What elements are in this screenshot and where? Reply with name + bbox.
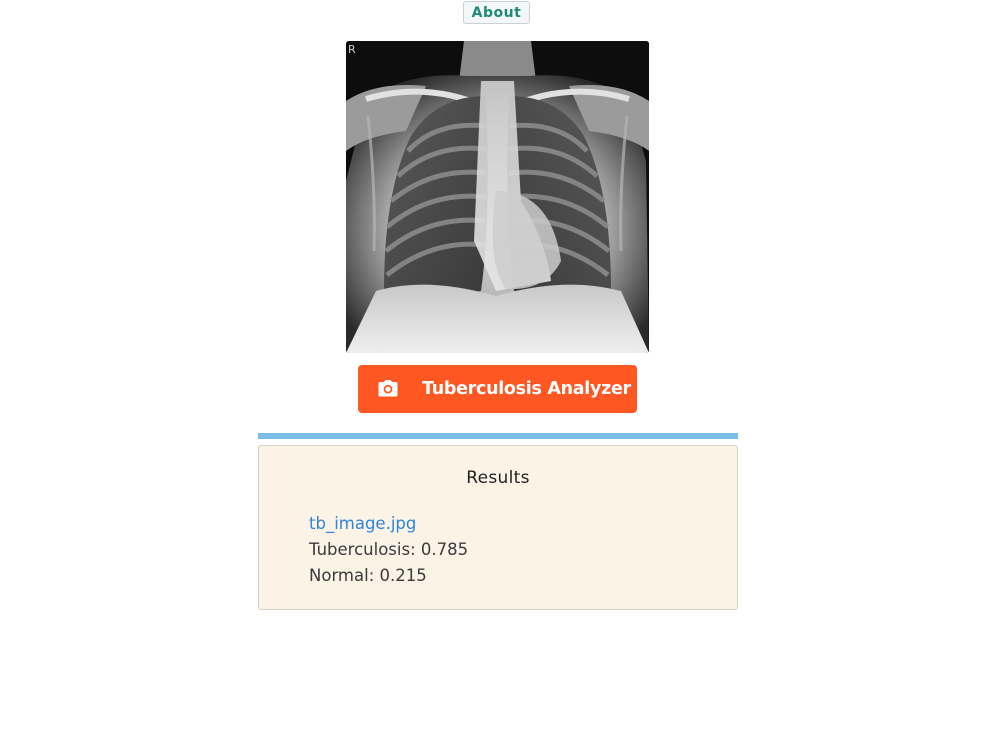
result-filename-link[interactable]: tb_image.jpg [309,514,416,533]
page: About R Tuberculosis Analyzer Results tb… [0,0,1002,735]
camera-icon [377,379,399,399]
result-normal-score: Normal: 0.215 [309,566,427,585]
chest-xray-image: R [346,41,649,353]
tuberculosis-analyzer-button[interactable]: Tuberculosis Analyzer [358,365,637,413]
result-tuberculosis-score: Tuberculosis: 0.785 [309,540,469,559]
xray-side-marker: R [348,43,356,56]
results-panel: Results tb_image.jpg Tuberculosis: 0.785… [258,445,738,610]
analyzer-button-label: Tuberculosis Analyzer [422,379,631,399]
results-title: Results [466,468,530,488]
about-button[interactable]: About [463,1,530,24]
progress-fill [258,433,738,439]
progress-bar [258,433,738,439]
